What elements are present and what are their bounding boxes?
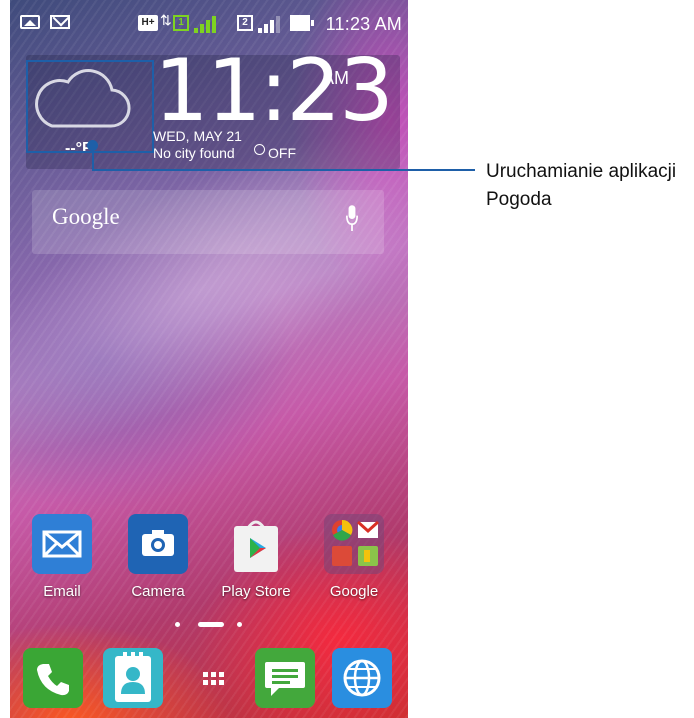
app-label: Camera <box>131 583 185 600</box>
sim2-icon: 2 <box>237 15 253 31</box>
app-play-store[interactable]: Play Store <box>214 514 298 606</box>
callout-line <box>92 169 475 171</box>
messaging-app[interactable] <box>255 648 315 708</box>
clock-time[interactable]: 11:23 <box>154 48 394 134</box>
network-type-icon: H+ <box>138 15 158 31</box>
clock-date: WED, MAY 21 <box>153 128 242 144</box>
app-label: Google <box>329 583 379 600</box>
page-indicator <box>10 620 408 630</box>
page-dot-active <box>198 622 224 627</box>
google-logo[interactable]: Google <box>52 204 120 230</box>
weather-app-button[interactable] <box>26 60 154 153</box>
page-dot <box>237 622 242 627</box>
signal-bars-icon <box>258 15 286 33</box>
app-google-folder[interactable]: Google <box>312 514 396 606</box>
camera-icon <box>128 514 188 574</box>
alarm-status: OFF <box>268 145 296 161</box>
messaging-icon <box>265 662 305 696</box>
clock-ampm: AM <box>322 68 349 88</box>
google-folder-icon <box>324 514 384 574</box>
browser-app[interactable] <box>332 648 392 708</box>
phone-screen: H+ ⇅ 1 2 11:23 AM --°F 11:23 AM WED, MAY… <box>10 0 408 718</box>
app-drawer-icon <box>203 672 224 685</box>
play-store-icon <box>226 514 286 574</box>
signal-bars-icon <box>194 15 222 33</box>
app-drawer-button[interactable] <box>183 648 243 708</box>
phone-app[interactable] <box>23 648 83 708</box>
callout-text: Uruchamianie aplikacji Pogoda <box>486 161 677 210</box>
city-label: No city found <box>153 145 235 161</box>
browser-icon <box>343 659 381 697</box>
phone-icon <box>37 664 69 696</box>
microphone-icon[interactable] <box>346 204 358 234</box>
data-arrows-icon: ⇅ <box>160 12 172 28</box>
sim1-icon: 1 <box>173 15 189 31</box>
gmail-notification-icon <box>50 15 70 29</box>
battery-icon <box>290 15 314 31</box>
callout-dot <box>87 140 98 151</box>
status-time: 11:23 AM <box>325 14 402 34</box>
alarm-clock-icon <box>254 144 265 155</box>
app-label: Email <box>43 583 81 600</box>
contacts-icon <box>115 652 151 702</box>
app-label: Play Store <box>221 583 291 600</box>
app-email[interactable]: Email <box>20 514 104 606</box>
email-icon <box>32 514 92 574</box>
app-camera[interactable]: Camera <box>116 514 200 606</box>
contacts-app[interactable] <box>103 648 163 708</box>
picture-notification-icon <box>20 15 40 29</box>
page-dot <box>175 622 180 627</box>
